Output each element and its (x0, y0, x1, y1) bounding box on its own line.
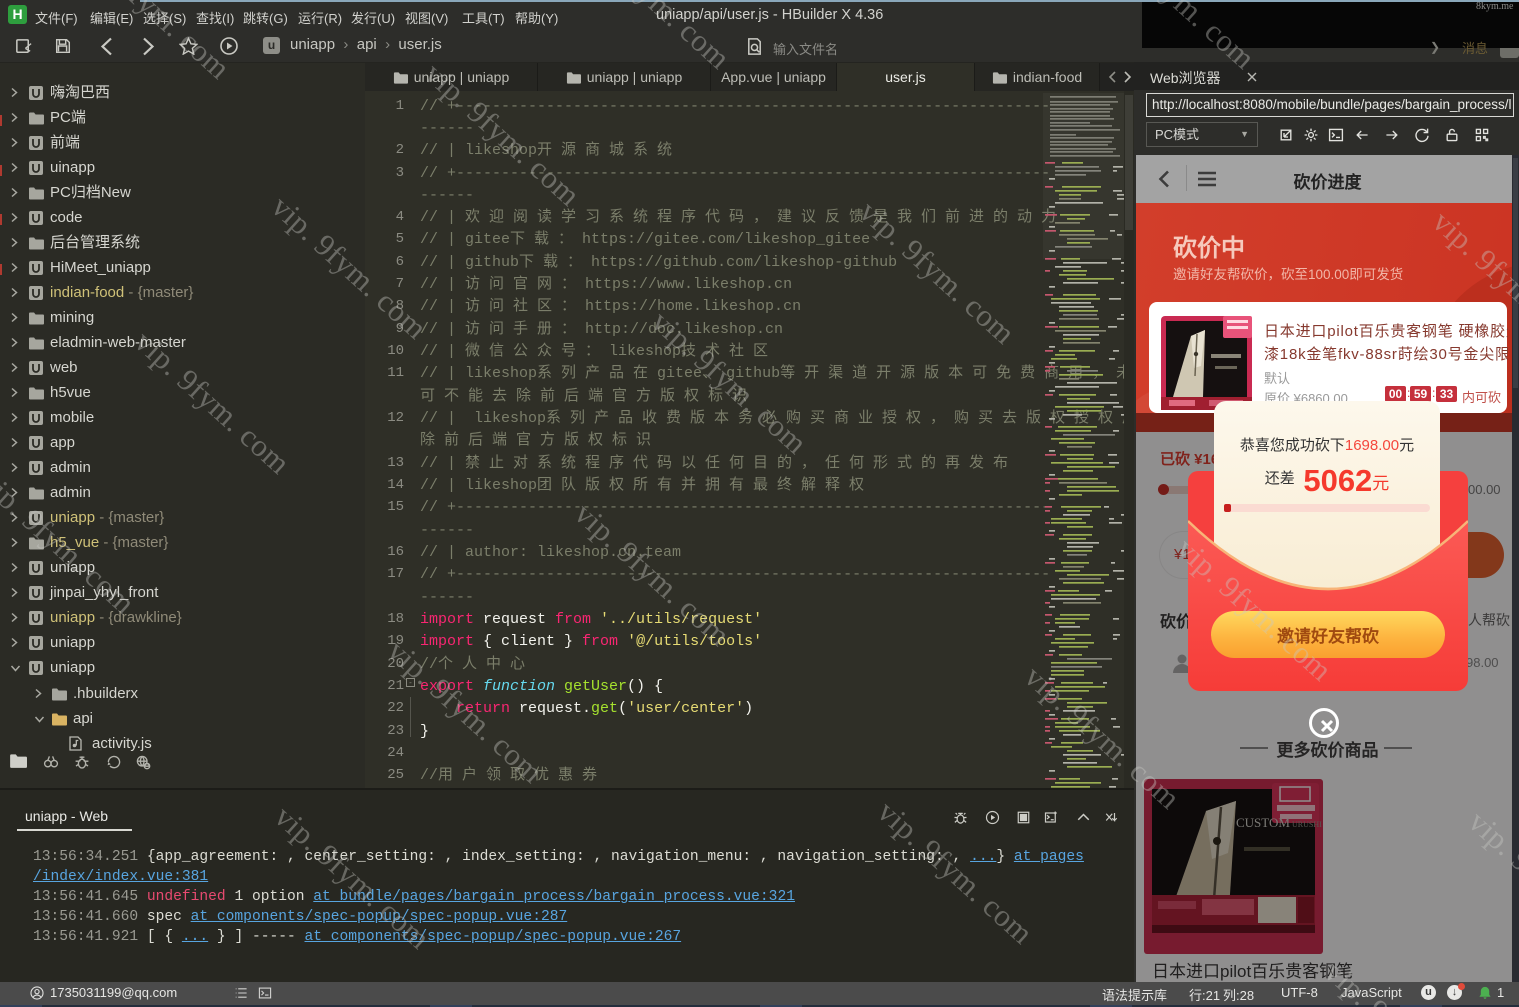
svg-text:邀请好友帮砍: 邀请好友帮砍 (1277, 626, 1380, 646)
